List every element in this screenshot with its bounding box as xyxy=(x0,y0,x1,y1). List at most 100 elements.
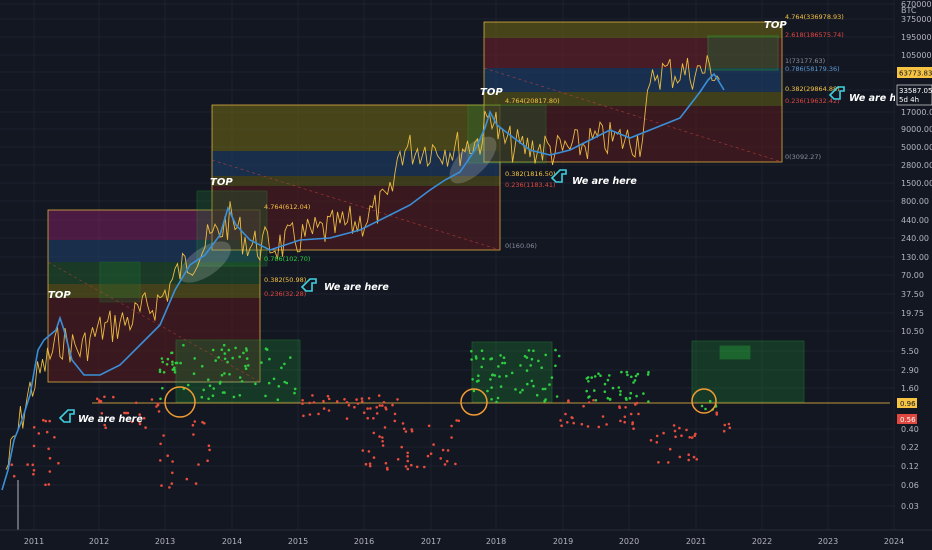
indicator-dot xyxy=(322,407,326,410)
indicator-dot xyxy=(53,436,56,439)
indicator-dot xyxy=(471,378,474,381)
top-label: TOP xyxy=(210,177,233,188)
indicator-dot xyxy=(486,389,489,393)
y-tick-label: 1.60 xyxy=(901,384,919,393)
indicator-dot xyxy=(649,439,653,442)
indicator-dot xyxy=(393,412,397,416)
indicator-dot xyxy=(194,482,198,485)
indicator-dot xyxy=(207,378,210,382)
fib-label: 0.786(102.70) xyxy=(264,255,310,263)
indicator-dot xyxy=(238,394,242,397)
fib-label: 0.786(58179.36) xyxy=(785,65,840,73)
fib-boxes xyxy=(47,21,890,404)
x-tick-label: 2016 xyxy=(354,537,374,546)
indicator-dot xyxy=(521,388,524,392)
indicator-dot xyxy=(369,407,372,410)
indicator-dot xyxy=(525,356,529,359)
indicator-dot xyxy=(212,387,215,390)
indicator-dot xyxy=(606,396,610,400)
price-badge-4: 0.56 xyxy=(897,414,917,424)
indicator-dot xyxy=(32,426,36,429)
y-tick-label: 240.00 xyxy=(901,234,929,243)
fib-label: 0.382(1816.50) xyxy=(505,170,556,178)
indicator-dot xyxy=(624,396,628,400)
indicator-dot xyxy=(593,389,596,392)
indicator-dot xyxy=(432,443,435,446)
indicator-dot xyxy=(608,398,612,401)
indicator-dot xyxy=(134,401,138,405)
indicator-dot xyxy=(317,412,320,416)
indicator-dot xyxy=(423,465,426,469)
indicator-dot xyxy=(475,380,479,383)
indicator-dot xyxy=(557,354,561,358)
indicator-dot xyxy=(611,386,615,390)
indicator-dot xyxy=(690,436,694,439)
indicator-dot xyxy=(401,422,405,425)
indicator-dot xyxy=(112,395,115,399)
indicator-dot xyxy=(544,398,547,401)
indicator-dot xyxy=(326,394,330,398)
indicator-dot xyxy=(223,357,227,361)
y-tick-label: 37.50 xyxy=(901,290,924,299)
y-tick-label: 2800.00 xyxy=(901,161,932,170)
price-badge-2: 33587.05 5d 4h xyxy=(896,84,932,106)
y-axis-unit: BTC xyxy=(901,6,917,15)
indicator-dot xyxy=(404,465,408,468)
indicator-dot xyxy=(590,376,593,379)
indicator-dot xyxy=(301,402,304,405)
indicator-dot xyxy=(495,400,498,404)
x-tick-label: 2022 xyxy=(752,537,772,546)
indicator-dot xyxy=(381,404,384,407)
y-tick-label: 5000.00 xyxy=(901,143,932,152)
indicator-dot xyxy=(588,395,591,398)
indicator-dot xyxy=(406,459,410,463)
indicator-dot xyxy=(381,444,385,447)
indicator-dot xyxy=(293,391,296,395)
indicator-dot xyxy=(619,419,622,423)
indicator-dot xyxy=(415,465,419,469)
indicator-dot xyxy=(457,419,461,423)
indicator-dot xyxy=(277,385,281,388)
indicator-dot xyxy=(285,381,289,385)
y-tick-label: 5.50 xyxy=(901,347,919,356)
indicator-dot xyxy=(161,386,164,390)
target-box-2011 xyxy=(99,261,141,303)
indicator-dot xyxy=(530,379,534,383)
indicator-dot xyxy=(218,382,222,385)
indicator-dot xyxy=(603,382,607,386)
indicator-dot xyxy=(238,355,241,359)
svg-text:33587.05: 33587.05 xyxy=(899,87,932,95)
indicator-dot xyxy=(582,404,585,408)
indicator-dot xyxy=(497,365,500,368)
indicator-dot xyxy=(599,374,602,378)
indicator-dot xyxy=(629,412,633,416)
indicator-dot xyxy=(687,458,690,462)
indicator-dot xyxy=(381,440,384,443)
x-tick-label: 2015 xyxy=(288,537,308,546)
indicator-dot xyxy=(166,357,170,361)
indicator-dot xyxy=(244,364,247,368)
fib-label: 0.236(19632.42) xyxy=(785,97,840,105)
indicator-dot xyxy=(322,399,325,403)
indicator-dot xyxy=(519,364,522,367)
x-tick-label: 2017 xyxy=(421,537,441,546)
indicator-dot xyxy=(47,447,50,451)
indicator-dot xyxy=(632,381,635,384)
indicator-dot xyxy=(625,370,629,374)
indicator-dot xyxy=(207,444,211,448)
indicator-dot xyxy=(631,421,634,424)
y-tick-label: 9000.00 xyxy=(901,125,932,134)
indicator-dot xyxy=(200,364,204,368)
indicator-dot xyxy=(254,382,257,386)
indicator-dot xyxy=(617,386,621,389)
indicator-dot xyxy=(501,361,504,365)
x-tick-label: 2020 xyxy=(619,537,639,546)
indicator-dot xyxy=(628,396,632,400)
y-tick-label: 440.00 xyxy=(901,216,929,225)
indicator-dot xyxy=(32,444,36,448)
indicator-dot xyxy=(345,417,349,420)
indicator-dot xyxy=(635,401,639,405)
indicator-dot xyxy=(265,348,269,351)
indicator-dot xyxy=(193,357,196,360)
indicator-dot xyxy=(623,420,626,424)
